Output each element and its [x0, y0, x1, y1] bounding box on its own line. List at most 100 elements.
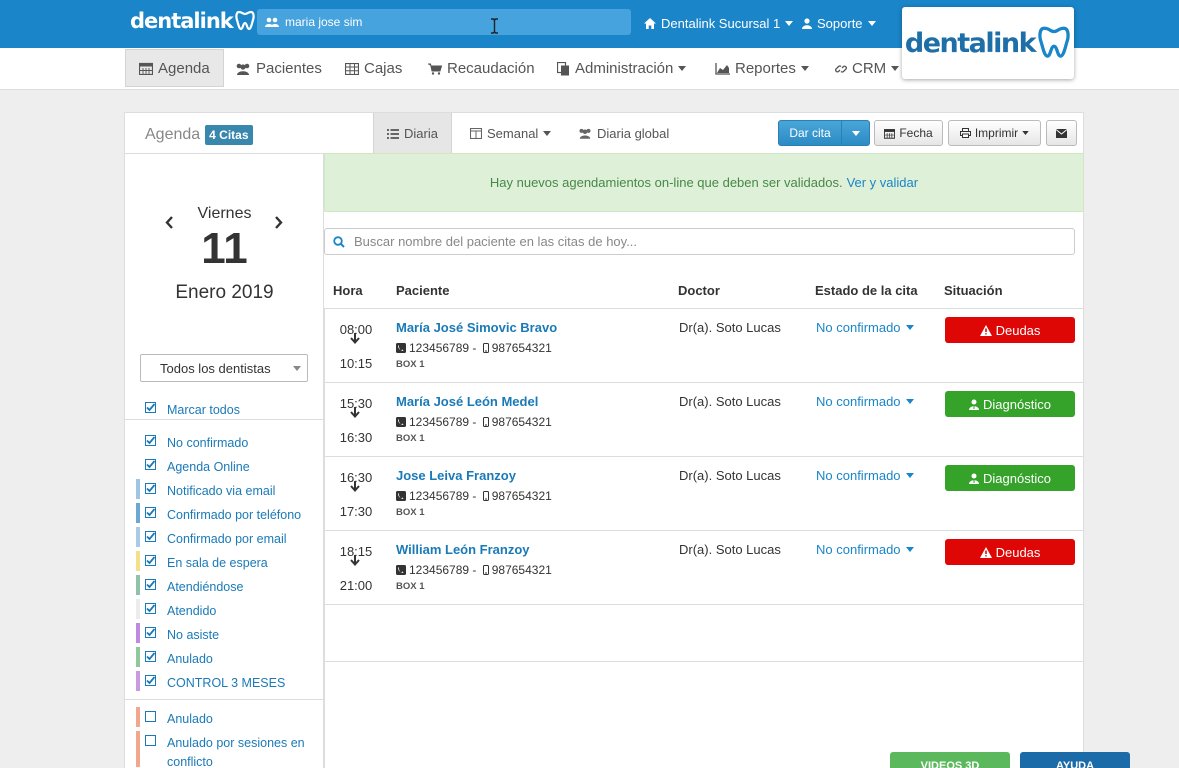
header-hora: Hora — [333, 283, 363, 298]
menu-pacientes-label: Pacientes — [256, 60, 322, 77]
status-label: No confirmado — [816, 468, 901, 483]
checkbox-checked-icon — [145, 675, 156, 686]
mark-all-checkbox[interactable]: Marcar todos — [125, 396, 324, 418]
filter-label: Anulado por sesiones en conflicto — [167, 736, 305, 768]
status-filter-checkbox[interactable]: Agenda Online — [125, 453, 324, 475]
imprimir-label: Imprimir — [974, 126, 1019, 140]
filter-label: No asiste — [167, 628, 220, 642]
status-dropdown[interactable]: No confirmado — [816, 542, 914, 557]
status-dropdown[interactable]: No confirmado — [816, 394, 914, 409]
dar-cita-button[interactable]: Dar cita — [778, 120, 842, 146]
text-cursor-icon — [490, 18, 499, 34]
patient-search[interactable] — [324, 228, 1075, 255]
filter-label: Atendido — [167, 604, 217, 618]
user-icon — [802, 18, 812, 29]
agenda-header: Agenda 4 Citas Diaria Semanal Diaria glo… — [125, 113, 1083, 154]
email-button[interactable] — [1046, 120, 1077, 146]
alert-text: Hay nuevos agendamientos on-line que deb… — [489, 175, 843, 190]
status-filter-checkbox[interactable]: Confirmado por email — [125, 525, 324, 547]
status-filter-checkbox[interactable]: CONTROL 3 MESES — [125, 669, 324, 691]
chevron-down-icon — [1022, 131, 1029, 135]
patient-name-link[interactable]: María José Simovic Bravo — [396, 320, 557, 335]
menu-administracion[interactable]: Administración — [557, 48, 687, 89]
chevron-down-icon — [543, 131, 552, 136]
diagnosis-situation-button[interactable]: Diagnóstico — [945, 465, 1075, 491]
status-dropdown[interactable]: No confirmado — [816, 468, 914, 483]
validate-link[interactable]: Ver y validar — [847, 175, 919, 190]
tab-diaria-global-label: Diaria global — [597, 126, 670, 141]
chevron-down-icon — [891, 66, 900, 71]
doctor-name: Dr(a). Soto Lucas — [679, 394, 781, 409]
status-filter-checkbox[interactable]: En sala de espera — [125, 549, 324, 571]
patient-phones: 123456789 - 987654321 — [396, 415, 552, 429]
checkbox-checked-icon — [145, 459, 156, 470]
status-filter-checkbox[interactable]: Atendiéndose — [125, 573, 324, 595]
fecha-button[interactable]: Fecha — [874, 120, 943, 146]
brand-name: dentalink — [130, 9, 234, 33]
status-filter-checkbox[interactable]: No confirmado — [125, 429, 324, 451]
checkbox-checked-icon — [145, 627, 156, 638]
online-booking-alert: Hay nuevos agendamientos on-line que deb… — [324, 153, 1084, 212]
debt-situation-button[interactable]: Deudas — [945, 317, 1075, 343]
dentist-filter-value: Todos los dentistas — [160, 360, 271, 376]
patient-search-input[interactable] — [354, 234, 1044, 249]
filter-label: Confirmado por teléfono — [167, 508, 302, 522]
tab-diaria-global[interactable]: Diaria global — [578, 113, 669, 154]
files-icon — [557, 61, 570, 76]
chevron-down-icon — [867, 21, 876, 26]
videos-3d-button[interactable]: VIDEOS 3D — [890, 752, 1010, 768]
status-filter-checkbox[interactable]: Notificado via email — [125, 477, 324, 499]
list-icon — [387, 128, 399, 139]
patient-name-link[interactable]: Jose Leiva Franzoy — [396, 468, 516, 483]
menu-reportes[interactable]: Reportes — [715, 48, 809, 89]
status-label: No confirmado — [816, 320, 901, 335]
situation-label: Diagnóstico — [983, 470, 1051, 486]
checkbox-empty-icon — [145, 711, 156, 722]
table-row: 08:00 10:15 María José Simovic Bravo 123456… — [324, 308, 1083, 382]
status-filter-checkbox[interactable]: Atendido — [125, 597, 324, 619]
doctor-name: Dr(a). Soto Lucas — [679, 468, 781, 483]
global-search[interactable] — [257, 9, 631, 35]
diagnosis-situation-button[interactable]: Diagnóstico — [945, 391, 1075, 417]
filter-label: Notificado via email — [167, 484, 276, 498]
branch-selector[interactable]: Dentalink Sucursal 1 — [644, 16, 794, 31]
tab-semanal[interactable]: Semanal — [470, 113, 552, 154]
dar-cita-dropdown-button[interactable] — [841, 120, 870, 146]
dar-cita-label: Dar cita — [789, 126, 831, 140]
dentalink-logo-card: dentalink — [902, 7, 1074, 79]
status-dropdown[interactable]: No confirmado — [816, 320, 914, 335]
status-color-bar — [136, 479, 140, 499]
debt-situation-button[interactable]: Deudas — [945, 539, 1075, 565]
status-color-bar — [136, 731, 140, 767]
status-filter-checkbox[interactable]: Confirmado por teléfono — [125, 501, 324, 523]
menu-recaudacion[interactable]: Recaudación — [428, 48, 535, 89]
tab-semanal-label: Semanal — [487, 126, 539, 141]
brand-logo[interactable]: dentalink — [130, 9, 255, 33]
patient-name-link[interactable]: William León Franzoy — [396, 542, 530, 557]
checkbox-checked-icon — [145, 579, 156, 590]
menu-agenda[interactable]: Agenda — [125, 49, 224, 87]
end-time: 16:30 — [339, 430, 373, 445]
status-filter-checkbox[interactable]: Anulado por sesiones en conflicto — [125, 729, 324, 768]
help-label: AYUDA — [1055, 760, 1095, 768]
patient-phones: 123456789 - 987654321 — [396, 563, 552, 577]
menu-pacientes[interactable]: Pacientes — [235, 48, 322, 89]
menu-crm[interactable]: CRM — [835, 48, 900, 89]
status-filter-checkbox[interactable]: No asiste — [125, 621, 324, 643]
status-color-bar — [136, 647, 140, 667]
box-label: BOX 1 — [396, 359, 425, 370]
menu-cajas[interactable]: Cajas — [345, 48, 402, 89]
phone-number: 123456789 - — [409, 415, 480, 429]
table-row: 16:30 17:30 Jose Leiva Franzoy 123456789 - … — [324, 456, 1083, 530]
global-search-input[interactable] — [285, 15, 585, 29]
tab-diaria[interactable]: Diaria — [373, 113, 452, 154]
link-icon — [835, 63, 847, 75]
dentist-filter-select[interactable]: Todos los dentistas — [140, 354, 308, 382]
help-button[interactable]: AYUDA — [1020, 752, 1130, 768]
status-filter-checkbox[interactable]: Anulado — [125, 705, 324, 727]
header-situacion: Situación — [944, 283, 1003, 298]
status-filter-checkbox[interactable]: Anulado — [125, 645, 324, 667]
imprimir-button[interactable]: Imprimir — [948, 120, 1041, 146]
support-menu[interactable]: Soporte — [802, 16, 876, 31]
patient-name-link[interactable]: María José León Medel — [396, 394, 538, 409]
